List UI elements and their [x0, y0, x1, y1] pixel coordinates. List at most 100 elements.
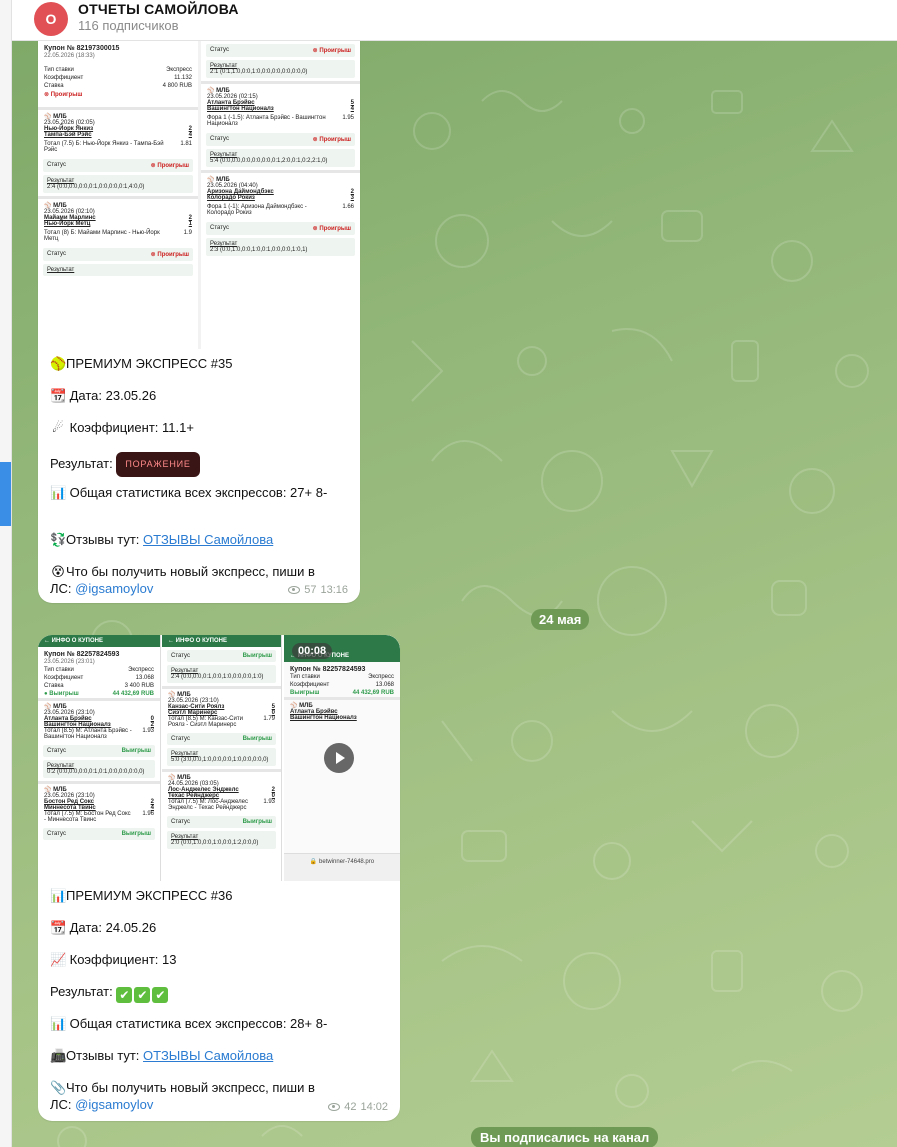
check-mark-icon: ✔	[134, 987, 151, 1003]
event-odd: 1.9	[183, 230, 192, 236]
views-icon	[328, 1103, 341, 1111]
video-duration: 00:08	[292, 643, 333, 659]
event-bet: Тотал (8.5) М: Канзас-Сити Роялз - Сиэтл…	[168, 716, 243, 728]
event-status: Проигрыш	[319, 226, 351, 232]
message-stats: Общая статистика всех экспрессов: 28+ 8-	[69, 1016, 328, 1031]
coef-value: 13.068	[135, 675, 154, 681]
reviews-prefix: Отзывы тут:	[66, 532, 140, 547]
coupon-header: ИНФО О КУПОНЕ	[175, 638, 227, 644]
event-odd: 1.79	[263, 716, 275, 722]
event-status: Выигрыш	[121, 831, 151, 837]
stake-label: Ставка	[44, 83, 64, 89]
coupon-number: Купон № 82197300015	[44, 45, 120, 52]
bet-type-value: Экспресс	[128, 667, 154, 673]
message-stats: Общая статистика всех экспрессов: 27+ 8-	[69, 485, 328, 500]
event-team2: Тампа-Бэй Рэйс	[44, 132, 92, 138]
event-result: 5:4 (0:0,0:0,0:0,0:0,0:0,0:1,2:0,0:1,0:2…	[210, 158, 328, 164]
coupon-video[interactable]: ← ИНФО О КУПОНЕ Купон № 82257824593 Тип …	[284, 635, 400, 881]
coupon-number: Купон № 82257824593	[44, 651, 120, 658]
trending-up-icon: 📈	[50, 952, 67, 967]
event-status: Выигрыш	[242, 819, 272, 825]
views-icon	[288, 586, 301, 594]
coupon-status: Выигрыш	[49, 691, 79, 697]
event-status-label: Статус	[171, 736, 190, 742]
reviews-link[interactable]: ОТЗЫВЫ Самойлова	[143, 1048, 273, 1063]
media-album-36[interactable]: ← ИНФО О КУПОНЕ Купон № 82257824593 23.0…	[38, 635, 400, 881]
chat-area: Купон № 82197300015 22.05.2026 (18:33) Т…	[12, 41, 897, 1147]
result-label: Результат:	[50, 455, 113, 471]
ball-icon: 🥎	[50, 356, 67, 371]
message-date: Дата: 24.05.26	[69, 920, 157, 935]
top-status: Проигрыш	[319, 48, 351, 54]
view-count: 57	[304, 584, 317, 596]
coupon-screenshot-35[interactable]: Купон № 82197300015 22.05.2026 (18:33) Т…	[38, 41, 360, 349]
bet-type-value: Экспресс	[166, 67, 192, 73]
date-separator: 24 мая	[531, 609, 590, 630]
channel-avatar[interactable]: О	[34, 2, 68, 36]
event-odd: 1.95	[342, 115, 354, 121]
event-bet: Тотал (8.5) М: Атланта Брэйвс - Вашингто…	[44, 728, 132, 740]
mention-link[interactable]: @igsamoylov	[75, 1097, 153, 1112]
active-chat-indicator	[0, 462, 11, 526]
calendar-icon: 📆	[50, 920, 67, 935]
event-result: 5:0 (3:0,0:0,1:0,0:0,0:0,1:0,0:0,0:0,0)	[171, 757, 269, 763]
event-result: 0:2 (0:0,0:0,0:0,0:1,0:1,0:0,0:0,0:0,0)	[47, 769, 145, 775]
bet-type-label: Тип ставки	[290, 674, 320, 680]
event-status-label: Статус	[210, 225, 229, 231]
message-time: 13:16	[320, 584, 348, 596]
event-status-label: Статус	[210, 136, 229, 142]
coupon-photo-2[interactable]: ← ИНФО О КУПОНЕ Статус Выигрыш Результат 2…	[162, 635, 282, 881]
event-score2: 4	[350, 106, 354, 112]
check-mark-icon: ✔	[116, 987, 133, 1003]
mention-link[interactable]: @igsamoylov	[75, 581, 153, 596]
chat-list-edge	[0, 0, 12, 1147]
message-meta-36: 42 14:02	[328, 1101, 388, 1113]
fax-icon: 📠	[50, 1048, 67, 1063]
message-premium-36[interactable]: ← ИНФО О КУПОНЕ Купон № 82257824593 23.0…	[38, 635, 400, 1121]
message-title: ПРЕМИУМ ЭКСПРЕСС #35	[66, 356, 233, 371]
win-amount: 44 432,69 RUB	[112, 691, 154, 697]
event-status: Выигрыш	[242, 736, 272, 742]
coef-label: Коэффициент	[44, 75, 84, 81]
reviews-link[interactable]: ОТЗЫВЫ Самойлова	[143, 532, 273, 547]
coupon-right-column: Статус ⊗ Проигрыш Результат 2:1 (0:1,1:0,0…	[201, 41, 360, 349]
bet-type-label: Тип ставки	[44, 67, 74, 73]
paperclip-icon: 📎	[50, 1080, 67, 1095]
event-bet: Тотал (7.5) М: Лос-Анджелес Энджелс - Те…	[168, 799, 249, 811]
event-team2: Вашингтон Националз	[207, 106, 274, 112]
bet-type-value: Экспресс	[368, 674, 394, 680]
event-bet: Фора 1 (-1): Аризона Даймондбэкс - Колор…	[207, 204, 307, 216]
event-odd: 1.96	[142, 811, 154, 817]
event-status-label: Статус	[47, 251, 66, 257]
coupon-photo-1[interactable]: ← ИНФО О КУПОНЕ Купон № 82257824593 23.0…	[38, 635, 161, 881]
message-premium-35[interactable]: Купон № 82197300015 22.05.2026 (18:33) Т…	[38, 41, 360, 603]
coupon-left-column: Купон № 82197300015 22.05.2026 (18:33) Т…	[38, 41, 198, 349]
coupon-date: 22.05.2026 (18:33)	[44, 53, 95, 59]
top-result: 2:4 (0:0,0:0,0:1,0:0,1:0,0:0,0:0,1:0)	[171, 674, 264, 680]
message-date: Дата: 23.05.26	[69, 388, 157, 403]
result-label: Результат:	[50, 984, 113, 999]
bar-chart-icon: 📊	[50, 485, 67, 500]
coupon-status: Выигрыш	[290, 690, 320, 696]
event-status: Проигрыш	[319, 137, 351, 143]
event-status-label: Статус	[47, 831, 66, 837]
event-status-label: Статус	[171, 819, 190, 825]
message-time: 14:02	[360, 1101, 388, 1113]
check-mark-icon: ✔	[152, 987, 169, 1003]
message-coef: Коэффициент: 13	[69, 952, 177, 967]
comet-icon: ☄	[52, 420, 64, 435]
play-icon[interactable]	[324, 743, 354, 773]
event-team2: Вашингтон Националз	[290, 715, 357, 721]
event-odd: 1.66	[342, 204, 354, 210]
event-bet: Фора 1 (-1.5): Атланта Брэйвс - Вашингто…	[207, 115, 326, 127]
event-odd: 1.81	[180, 141, 192, 147]
event-result: 2:0 (0:0,1:0,0:0,1:0,0:0,1:2,0:0,0)	[171, 840, 259, 846]
stake-value: 4 800 RUB	[162, 83, 192, 89]
channel-title[interactable]: ОТЧЕТЫ САМОЙЛОВА	[78, 1, 239, 17]
top-status: Выигрыш	[242, 653, 272, 659]
coef-value: 13.068	[375, 682, 394, 688]
channel-header[interactable]: О ОТЧЕТЫ САМОЙЛОВА 116 подписчиков	[12, 0, 897, 41]
event-result-label: Результат	[47, 267, 75, 273]
event-status-label: Статус	[47, 748, 66, 754]
top-status-label: Статус	[171, 653, 190, 659]
